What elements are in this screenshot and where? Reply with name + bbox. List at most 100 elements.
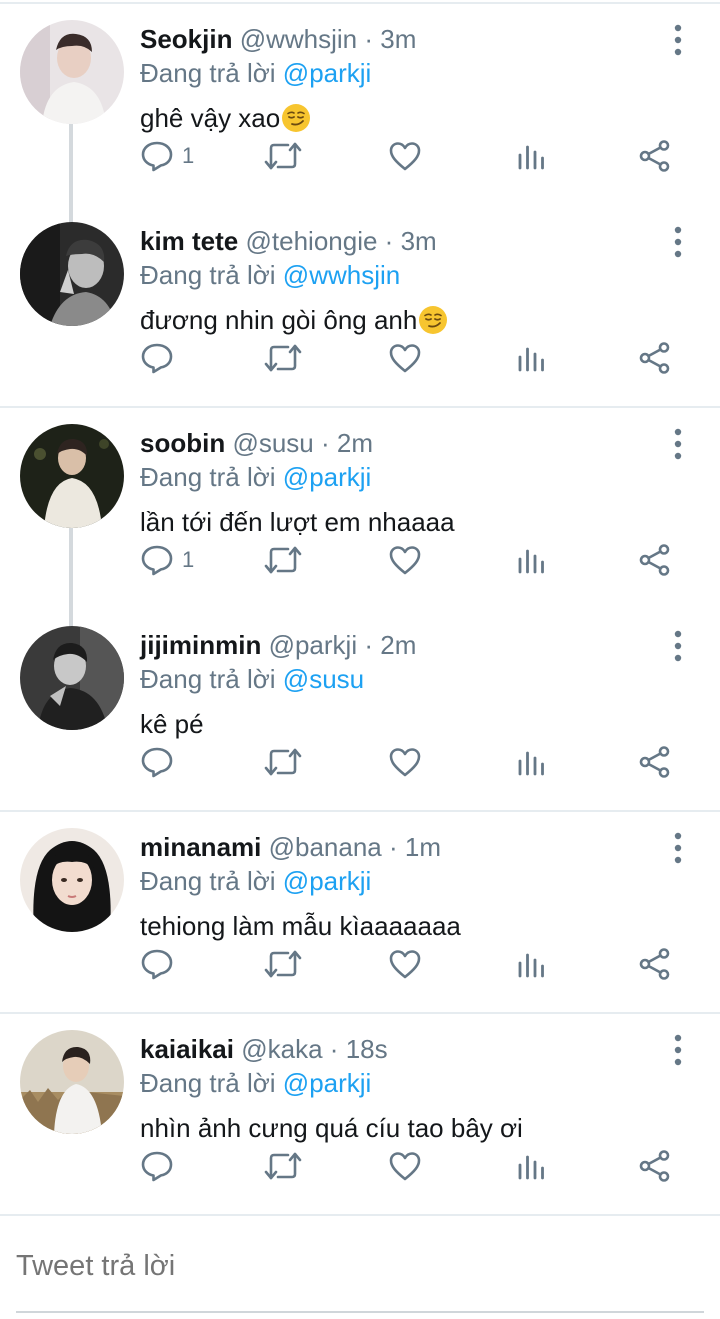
reply-mention[interactable]: @susu <box>283 664 364 694</box>
tweet-header: kaiaikai @kaka · 18s <box>140 1032 388 1066</box>
timestamp[interactable]: 1m <box>405 832 441 862</box>
like-icon <box>388 544 422 576</box>
reply-button[interactable]: 1 <box>140 538 194 582</box>
more-vertical-icon[interactable] <box>664 222 692 262</box>
display-name[interactable]: Seokjin <box>140 24 232 54</box>
tweet-text: ghê vậy xao <box>140 98 311 138</box>
analytics-button[interactable] <box>516 538 546 582</box>
share-button[interactable] <box>638 134 672 178</box>
timestamp[interactable]: 2m <box>337 428 373 458</box>
reply-mention[interactable]: @parkji <box>283 866 372 896</box>
user-handle[interactable]: @wwhsjin <box>240 24 357 54</box>
analytics-button[interactable] <box>516 134 546 178</box>
reply-mention[interactable]: @parkji <box>283 1068 372 1098</box>
reply-button[interactable] <box>140 1144 182 1188</box>
more-vertical-icon[interactable] <box>664 626 692 666</box>
separator-dot: · <box>364 24 374 54</box>
tweet-text-content: ghê vậy xao <box>140 103 281 133</box>
avatar[interactable] <box>20 1030 124 1134</box>
retweet-button[interactable] <box>264 134 302 178</box>
avatar[interactable] <box>20 20 124 124</box>
reply-button[interactable] <box>140 336 182 380</box>
share-button[interactable] <box>638 336 672 380</box>
reply-mention[interactable]: @parkji <box>283 58 372 88</box>
retweet-button[interactable] <box>264 740 302 784</box>
like-button[interactable] <box>388 942 422 986</box>
tweet-header: soobin @susu · 2m <box>140 426 373 460</box>
reply-button[interactable]: 1 <box>140 134 194 178</box>
timestamp[interactable]: 3m <box>380 24 416 54</box>
reply-mention[interactable]: @parkji <box>283 462 372 492</box>
reply-mention[interactable]: @wwhsjin <box>283 260 400 290</box>
avatar[interactable] <box>20 424 124 528</box>
display-name[interactable]: kim tete <box>140 226 238 256</box>
retweet-button[interactable] <box>264 336 302 380</box>
tweet-text: tehiong làm mẫu kìaaaaaaa <box>140 906 461 946</box>
display-name[interactable]: soobin <box>140 428 225 458</box>
display-name[interactable]: jijiminmin <box>140 630 261 660</box>
avatar[interactable] <box>20 626 124 730</box>
display-name[interactable]: minanami <box>140 832 261 862</box>
tweet-text-content: tehiong làm mẫu kìaaaaaaa <box>140 911 461 941</box>
timestamp[interactable]: 18s <box>346 1034 388 1064</box>
reply-input[interactable] <box>16 1246 706 1286</box>
like-button[interactable] <box>388 134 422 178</box>
tweet-actions <box>0 336 720 380</box>
display-name[interactable]: kaiaikai <box>140 1034 234 1064</box>
share-button[interactable] <box>638 1144 672 1188</box>
reply-count: 1 <box>182 547 195 572</box>
user-handle[interactable]: @susu <box>232 428 313 458</box>
retweet-button[interactable] <box>264 538 302 582</box>
smirk-emoji <box>281 103 311 133</box>
share-button[interactable] <box>638 538 672 582</box>
like-button[interactable] <box>388 1144 422 1188</box>
retweet-button[interactable] <box>264 942 302 986</box>
like-button[interactable] <box>388 740 422 784</box>
like-icon <box>388 746 422 778</box>
input-underline <box>16 1311 704 1313</box>
separator-dot: · <box>364 630 374 660</box>
analytics-icon <box>516 545 546 575</box>
user-handle[interactable]: @tehiongie <box>246 226 378 256</box>
like-button[interactable] <box>388 538 422 582</box>
separator-dot: · <box>389 832 398 862</box>
share-button[interactable] <box>638 740 672 784</box>
retweet-icon <box>264 545 302 575</box>
reply-composer <box>0 1218 720 1319</box>
reply-icon <box>140 139 174 173</box>
timestamp[interactable]: 3m <box>401 226 437 256</box>
more-vertical-icon[interactable] <box>664 828 692 868</box>
more-vertical-icon[interactable] <box>664 1030 692 1070</box>
reply-button[interactable] <box>140 740 182 784</box>
tweet-item[interactable]: Seokjin @wwhsjin · 3m Đang trả lời @park… <box>0 0 720 202</box>
reply-count: 1 <box>182 143 195 168</box>
tweet-actions: 1 <box>0 134 720 178</box>
analytics-button[interactable] <box>516 942 546 986</box>
retweet-icon <box>264 1151 302 1181</box>
more-vertical-icon[interactable] <box>664 424 692 464</box>
analytics-button[interactable] <box>516 336 546 380</box>
retweet-button[interactable] <box>264 1144 302 1188</box>
user-handle[interactable]: @kaka <box>241 1034 322 1064</box>
avatar[interactable] <box>20 828 124 932</box>
reply-button[interactable] <box>140 942 182 986</box>
replying-to: Đang trả lời @wwhsjin <box>140 258 400 292</box>
share-icon <box>638 745 672 779</box>
share-icon <box>638 341 672 375</box>
tweet-item[interactable]: soobin @susu · 2m Đang trả lời @parkji l… <box>0 404 720 606</box>
more-vertical-icon[interactable] <box>664 20 692 60</box>
tweet-text: nhìn ảnh cưng quá cíu tao bây ơi <box>140 1108 523 1148</box>
avatar[interactable] <box>20 222 124 326</box>
share-button[interactable] <box>638 942 672 986</box>
user-handle[interactable]: @parkji <box>269 630 358 660</box>
like-button[interactable] <box>388 336 422 380</box>
tweet-item[interactable]: jijiminmin @parkji · 2m Đang trả lời @su… <box>0 606 720 808</box>
tweet-item[interactable]: minanami @banana · 1m Đang trả lời @park… <box>0 808 720 1010</box>
reply-icon <box>140 341 174 375</box>
user-handle[interactable]: @banana <box>269 832 382 862</box>
timestamp[interactable]: 2m <box>380 630 416 660</box>
analytics-button[interactable] <box>516 1144 546 1188</box>
tweet-item[interactable]: kaiaikai @kaka · 18s Đang trả lời @parkj… <box>0 1010 720 1212</box>
tweet-item[interactable]: kim tete @tehiongie · 3m Đang trả lời @w… <box>0 202 720 404</box>
analytics-button[interactable] <box>516 740 546 784</box>
